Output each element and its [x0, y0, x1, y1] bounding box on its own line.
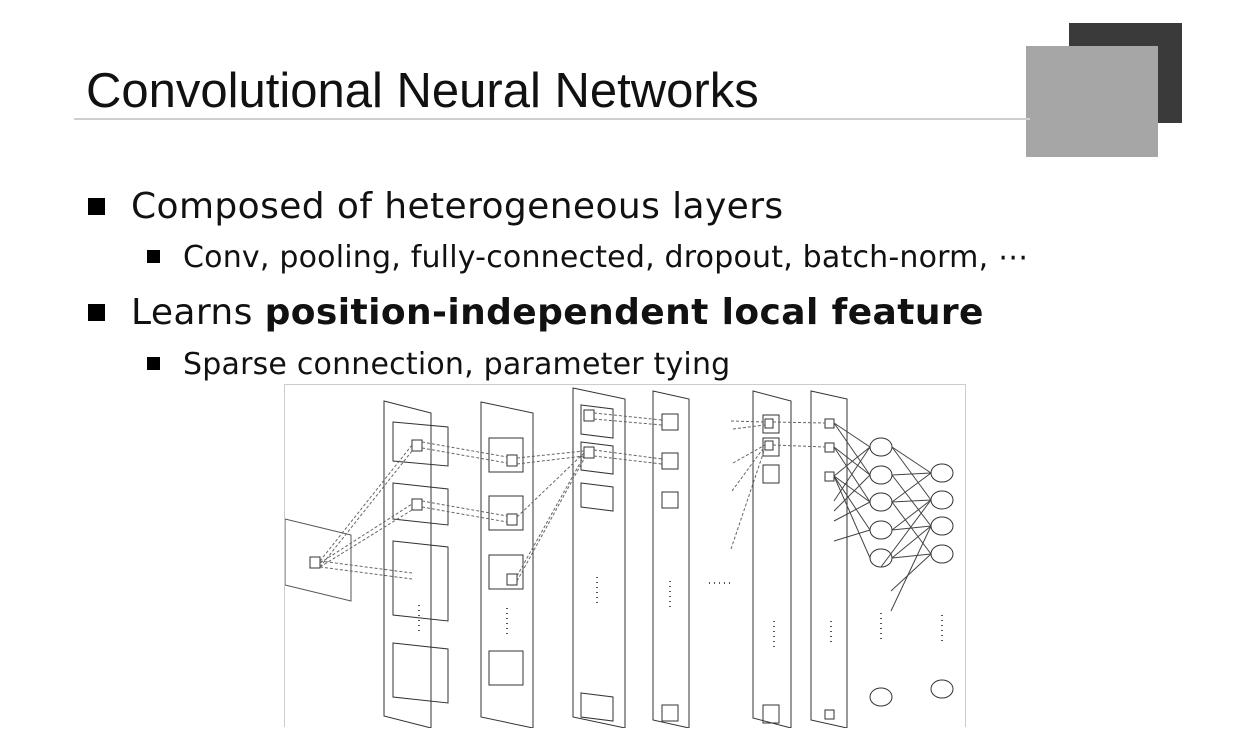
- ellipsis-markers: [418, 577, 943, 647]
- input-image: [284, 518, 352, 602]
- conv-layer-1: [383, 400, 449, 729]
- cnn-architecture-diagram: [284, 384, 966, 729]
- bullet-square-icon: [88, 304, 105, 321]
- fc-layer-1-nodes: [869, 437, 893, 707]
- sub-bullet-2-text: Sparse connection, parameter tying: [183, 347, 731, 382]
- bullet-1: Composed of heterogeneous layers: [88, 185, 784, 229]
- conv-layer-4: [752, 390, 792, 729]
- fc-layer-2-nodes: [930, 463, 954, 699]
- title-underline: [74, 118, 1030, 120]
- bullet-square-icon: [88, 198, 105, 215]
- sub-bullet-1: Conv, pooling, fully-connected, dropout,…: [147, 239, 1028, 277]
- pool-layer-2: [810, 390, 848, 729]
- conv-layer-3: [572, 387, 626, 729]
- slide-title: Convolutional Neural Networks: [86, 64, 759, 118]
- fully-connected-edges: [833, 422, 932, 612]
- cnn-diagram-svg: [284, 387, 954, 729]
- decorative-light-square: [1026, 46, 1158, 157]
- pool-layer-1: [652, 390, 690, 729]
- bullet-2-text-plain: Learns: [131, 292, 265, 333]
- conv-layer-2: [480, 401, 534, 729]
- sub-bullet-2: Sparse connection, parameter tying: [147, 346, 730, 384]
- sub-bullet-1-text: Conv, pooling, fully-connected, dropout,…: [183, 240, 1029, 275]
- bullet-1-text: Composed of heterogeneous layers: [131, 186, 784, 227]
- bullet-square-icon: [147, 357, 160, 370]
- bullet-2: Learns position-independent local featur…: [88, 291, 984, 335]
- bullet-2-text-bold: position-independent local feature: [264, 292, 984, 333]
- bullet-square-icon: [147, 250, 160, 263]
